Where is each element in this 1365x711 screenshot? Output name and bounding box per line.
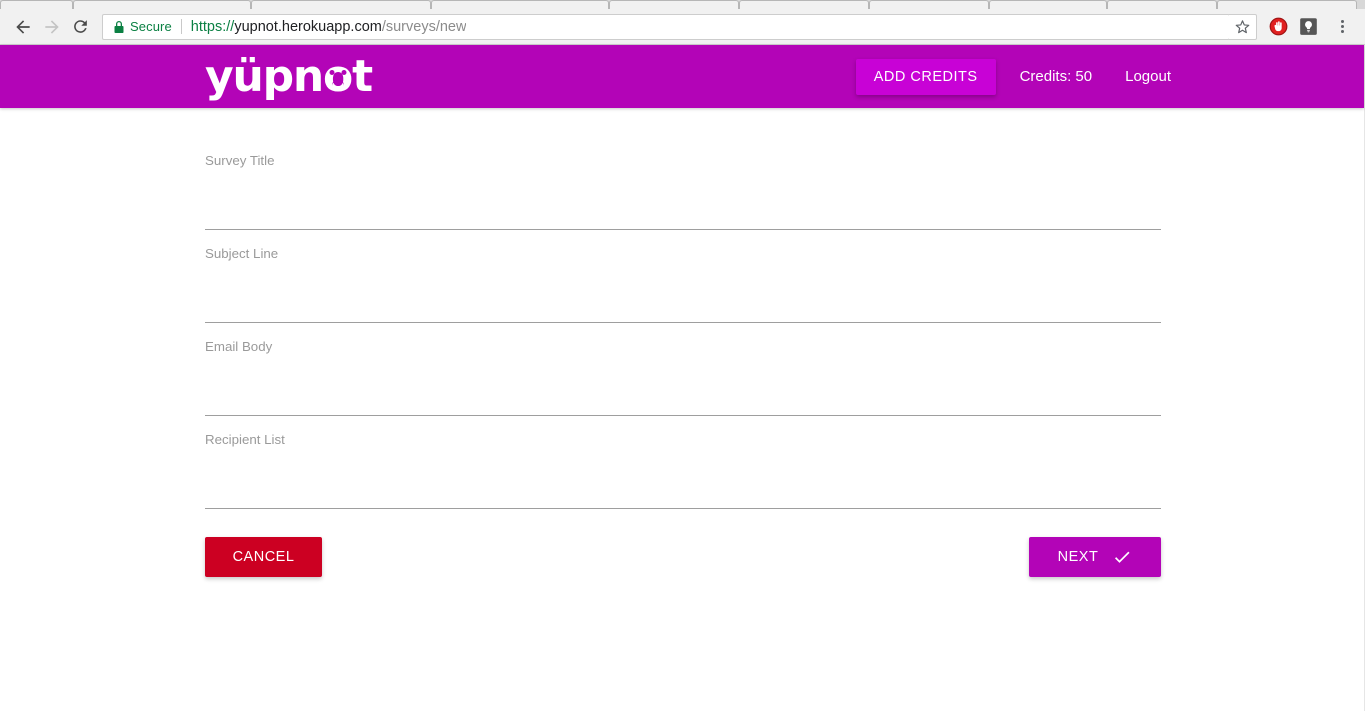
- field-label-email-body: Email Body: [205, 339, 273, 354]
- menu-dot: [1340, 20, 1344, 23]
- menu-dot: [1340, 30, 1344, 33]
- recipient-list-input[interactable]: [205, 467, 1161, 510]
- browser-tab[interactable]: [609, 0, 739, 9]
- lightbulb-icon[interactable]: [1295, 14, 1321, 40]
- url-host: yupnot.herokuapp.com: [234, 18, 382, 35]
- logo-frown-icon: [331, 78, 344, 86]
- web-page: yüpn o t ADD CREDITS Credits: 50 Logout Su…: [0, 45, 1365, 711]
- browser-chrome: Secure https://yupnot.herokuapp.com/surv…: [0, 0, 1365, 45]
- browser-tab[interactable]: [1107, 0, 1217, 9]
- url-text[interactable]: https://yupnot.herokuapp.com/surveys/new: [191, 19, 467, 35]
- secure-label: Secure: [130, 19, 172, 34]
- check-icon: [1112, 547, 1132, 567]
- field-label-survey-title: Survey Title: [205, 153, 275, 168]
- logo-text-suffix: t: [352, 50, 373, 102]
- next-button[interactable]: NEXT: [1029, 537, 1161, 577]
- logo-text-prefix: yüpn: [205, 50, 324, 102]
- browser-tab[interactable]: [989, 0, 1107, 9]
- logo-face-letter: o: [323, 54, 353, 99]
- cancel-button[interactable]: CANCEL: [205, 537, 322, 577]
- menu-dot: [1340, 25, 1344, 28]
- browser-tab[interactable]: [0, 0, 73, 9]
- field-label-subject-line: Subject Line: [205, 246, 279, 261]
- survey-title-input[interactable]: [205, 188, 1161, 231]
- address-bar[interactable]: Secure https://yupnot.herokuapp.com/surv…: [102, 13, 1230, 40]
- credits-counter: Credits: 50: [1019, 68, 1093, 85]
- next-button-label: NEXT: [1057, 549, 1099, 565]
- reload-icon[interactable]: [66, 12, 95, 41]
- browser-tab[interactable]: [869, 0, 989, 9]
- app-logo[interactable]: yüpn o t: [205, 50, 373, 102]
- field-email-body: Email Body: [205, 334, 1161, 427]
- browser-tab[interactable]: [739, 0, 869, 9]
- url-scheme: https://: [190, 18, 235, 35]
- url-path: /surveys/new: [381, 18, 467, 35]
- browser-tab[interactable]: [73, 0, 251, 9]
- omnibox-divider: [180, 19, 182, 34]
- logo-eyes-icon: [329, 69, 347, 75]
- browser-toolbar: Secure https://yupnot.herokuapp.com/surv…: [0, 9, 1365, 45]
- browser-tab[interactable]: [431, 0, 609, 9]
- forward-arrow-icon: [37, 12, 66, 41]
- lock-icon: [113, 20, 125, 34]
- back-arrow-icon[interactable]: [8, 12, 37, 41]
- app-header: yüpn o t ADD CREDITS Credits: 50 Logout: [0, 45, 1364, 108]
- field-subject-line: Subject Line: [205, 241, 1161, 334]
- form-actions: CANCEL NEXT: [205, 537, 1161, 577]
- adblock-stop-hand-icon[interactable]: [1265, 14, 1291, 40]
- three-dot-menu-icon[interactable]: [1329, 14, 1355, 40]
- survey-form: Survey Title Subject Line Email Body Rec…: [205, 148, 1161, 577]
- tab-strip[interactable]: [0, 0, 1365, 9]
- browser-tab[interactable]: [1217, 0, 1357, 9]
- field-survey-title: Survey Title: [205, 148, 1161, 241]
- field-label-recipient-list: Recipient List: [205, 432, 285, 447]
- browser-tab[interactable]: [251, 0, 431, 9]
- add-credits-button[interactable]: ADD CREDITS: [855, 58, 996, 95]
- email-body-input[interactable]: [205, 374, 1161, 417]
- logout-link[interactable]: Logout: [1125, 68, 1171, 85]
- header-actions: ADD CREDITS Credits: 50 Logout: [855, 58, 1171, 95]
- subject-line-input[interactable]: [205, 281, 1161, 324]
- field-recipient-list: Recipient List: [205, 427, 1161, 520]
- star-icon[interactable]: [1229, 13, 1257, 40]
- logo-face-glyph: o: [323, 50, 353, 102]
